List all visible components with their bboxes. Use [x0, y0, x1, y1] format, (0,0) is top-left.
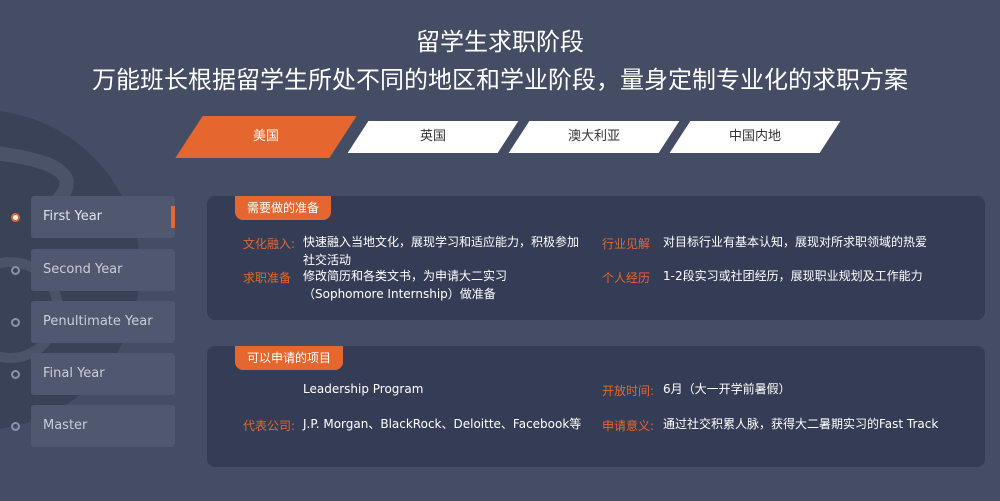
job-prep-label: 求职准备: [243, 271, 292, 285]
timeline-dot-icon: [11, 318, 20, 327]
open-time-label: 开放时间:: [602, 384, 655, 398]
year-label: First Year: [43, 209, 103, 224]
region-tabs: 美国 英国 澳大利亚 中国内地: [174, 116, 841, 161]
experience-label: 个人经历: [602, 271, 651, 285]
experience-value: 1-2段实习或社团经历，展现职业规划及工作能力: [663, 269, 923, 283]
company-label: 代表公司:: [243, 419, 296, 433]
timeline-dot-icon: [11, 213, 20, 222]
tab-uk-label: 英国: [419, 129, 446, 144]
meaning-value: 通过社交积累人脉，获得大二暑期实习的Fast Track: [663, 417, 939, 431]
year-label: Penultimate Year: [43, 314, 153, 329]
open-time-value: 6月（大一开学前暑假）: [663, 382, 791, 396]
year-first-year[interactable]: First Year: [31, 196, 175, 238]
job-prep-value: 修改简历和各类文书，为申请大二实习（Sophomore Internship）做…: [303, 269, 508, 301]
culture-label: 文化融入:: [243, 237, 296, 251]
tab-usa-label: 美国: [252, 129, 279, 144]
preparation-badge: 需要做的准备: [235, 196, 332, 220]
culture-value: 快速融入当地文化，展现学习和适应能力，积极参加社交活动: [303, 235, 580, 267]
year-label: Second Year: [43, 262, 123, 277]
programs-card: 可以申请的项目 Leadership Program 代表公司: J.P. Mo…: [207, 346, 985, 467]
tab-china-mainland-label: 中国内地: [728, 129, 781, 144]
program-name: Leadership Program: [303, 382, 424, 396]
tab-australia-label: 澳大利亚: [567, 129, 620, 144]
year-master[interactable]: Master: [31, 405, 175, 447]
meaning-label: 申请意义:: [602, 419, 655, 433]
timeline-dot-icon: [11, 370, 20, 379]
tab-china-mainland[interactable]: 中国内地: [669, 121, 841, 153]
tab-usa[interactable]: 美国: [175, 116, 357, 158]
timeline-dot-icon: [11, 266, 20, 275]
page-subtitle: 万能班长根据留学生所处不同的地区和学业阶段，量身定制专业化的求职方案: [92, 66, 908, 94]
industry-value: 对目标行业有基本认知，展现对所求职领域的热爱: [663, 235, 928, 249]
year-penultimate-year[interactable]: Penultimate Year: [31, 301, 175, 343]
year-second-year[interactable]: Second Year: [31, 249, 175, 291]
timeline-dot-icon: [11, 422, 20, 431]
preparation-card: 需要做的准备 文化融入: 快速融入当地文化，展现学习和适应能力，积极参加社交活动…: [207, 196, 985, 320]
page-title: 留学生求职阶段: [416, 28, 584, 56]
year-label: Final Year: [43, 366, 105, 381]
industry-label: 行业见解: [602, 237, 651, 251]
tab-australia[interactable]: 澳大利亚: [508, 121, 680, 153]
year-label: Master: [43, 418, 88, 433]
tab-uk[interactable]: 英国: [347, 121, 519, 153]
company-value: J.P. Morgan、BlackRock、Deloitte、Facebook等: [303, 417, 582, 431]
year-final-year[interactable]: Final Year: [31, 353, 175, 395]
programs-badge: 可以申请的项目: [235, 346, 344, 370]
